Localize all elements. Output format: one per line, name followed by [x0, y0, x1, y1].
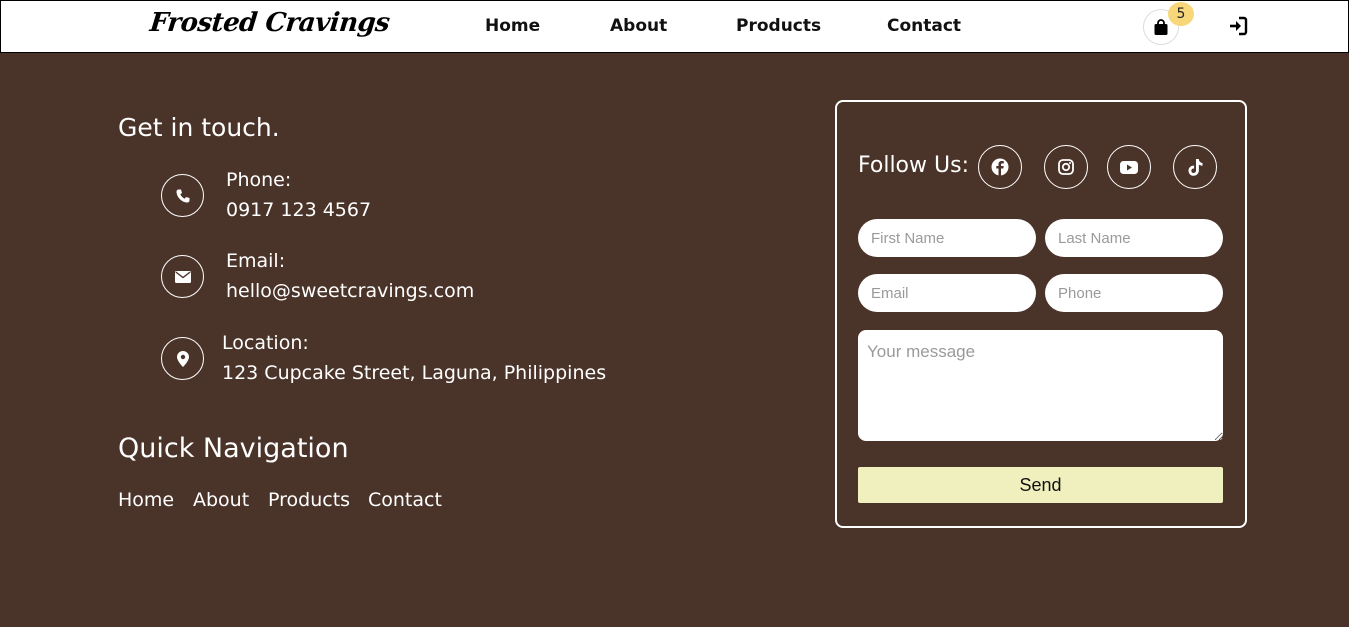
facebook-icon [991, 158, 1009, 176]
youtube-icon [1120, 160, 1138, 174]
follow-us-label: Follow Us: [858, 153, 969, 178]
location-label: Location: [222, 332, 309, 354]
phone-label: Phone: [226, 169, 292, 191]
location-icon-circle [161, 337, 204, 380]
quick-link-contact[interactable]: Contact [368, 489, 442, 511]
nav-products[interactable]: Products [736, 16, 821, 36]
phone-icon [176, 189, 189, 202]
send-button[interactable]: Send [858, 467, 1223, 503]
cart-count-badge: 5 [1168, 2, 1194, 26]
last-name-field[interactable] [1045, 219, 1223, 257]
youtube-button[interactable] [1107, 145, 1151, 189]
get-in-touch-heading: Get in touch. [118, 113, 280, 142]
nav-contact[interactable]: Contact [887, 16, 961, 36]
instagram-icon [1058, 159, 1074, 175]
quick-link-about[interactable]: About [193, 489, 249, 511]
email-label: Email: [226, 250, 286, 272]
instagram-button[interactable] [1044, 145, 1088, 189]
email-icon-circle [161, 255, 204, 298]
email-field[interactable] [858, 274, 1036, 312]
nav-home[interactable]: Home [485, 16, 540, 36]
shopping-bag-icon [1154, 18, 1168, 35]
location-value: 123 Cupcake Street, Laguna, Philippines [222, 362, 607, 384]
quick-link-home[interactable]: Home [118, 489, 174, 511]
phone-icon-circle [161, 174, 204, 217]
quick-navigation-heading: Quick Navigation [118, 433, 349, 464]
envelope-icon [174, 270, 191, 283]
login-button[interactable] [1228, 16, 1248, 36]
nav-about[interactable]: About [610, 16, 667, 36]
message-textarea[interactable] [858, 330, 1223, 441]
phone-field[interactable] [1045, 274, 1223, 312]
first-name-field[interactable] [858, 219, 1036, 257]
tiktok-icon [1188, 158, 1202, 176]
brand-logo[interactable]: Frosted Cravings [148, 8, 391, 38]
facebook-button[interactable] [978, 145, 1022, 189]
tiktok-button[interactable] [1173, 145, 1217, 189]
phone-value: 0917 123 4567 [226, 199, 372, 221]
location-pin-icon [176, 350, 189, 367]
email-value[interactable]: hello@sweetcravings.com [226, 280, 474, 302]
sign-in-icon [1230, 16, 1248, 36]
quick-link-products[interactable]: Products [268, 489, 350, 511]
